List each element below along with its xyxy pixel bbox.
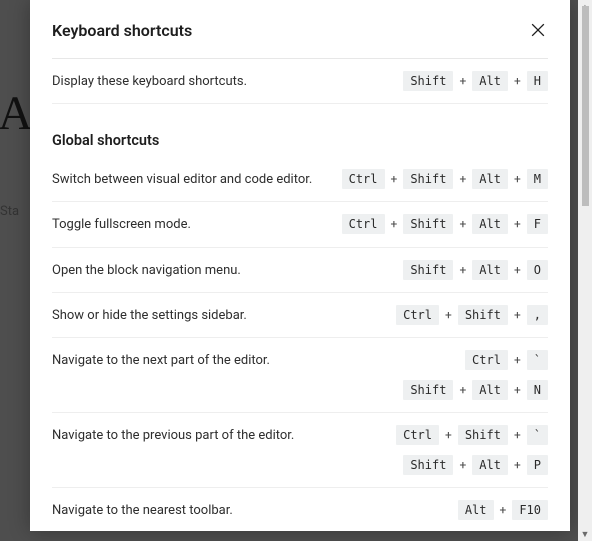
shortcut-description: Toggle fullscreen mode. — [52, 214, 330, 234]
plus-separator: + — [459, 458, 466, 472]
scrollbar-track[interactable]: ▲ ▼ — [578, 0, 592, 541]
shortcut-row: Switch between visual editor and code ed… — [52, 157, 548, 202]
shortcut-description: Show or hide the settings sidebar. — [52, 305, 384, 325]
plus-separator: + — [391, 172, 398, 186]
keyboard-key: Shift — [403, 169, 453, 189]
plus-separator: + — [459, 263, 466, 277]
plus-separator: + — [514, 353, 521, 367]
shortcut-description: Switch between visual editor and code ed… — [52, 169, 330, 189]
plus-separator: + — [514, 428, 521, 442]
shortcut-combo-stack: Shift + Alt + H — [403, 71, 548, 91]
keyboard-key: Shift — [403, 214, 453, 234]
shortcuts-list: Switch between visual editor and code ed… — [52, 157, 548, 531]
keyboard-key: F — [527, 214, 548, 234]
keyboard-key: Alt — [472, 169, 508, 189]
shortcut-combo: Alt + F10 — [458, 500, 548, 520]
shortcut-combo-stack: Alt + F10 — [458, 500, 548, 520]
scrollbar-thumb[interactable] — [582, 6, 589, 206]
keyboard-key: M — [527, 169, 548, 189]
shortcut-row: Navigate to the previous part of the edi… — [52, 413, 548, 488]
shortcut-row: Navigate to the nearest toolbar. Alt + F10 — [52, 488, 548, 531]
plus-separator: + — [514, 383, 521, 397]
plus-separator: + — [445, 308, 452, 322]
keyboard-key: Alt — [472, 214, 508, 234]
keyboard-key: Ctrl — [396, 425, 439, 445]
shortcut-combo: Shift + Alt + H — [403, 71, 548, 91]
plus-separator: + — [514, 74, 521, 88]
shortcut-description: Open the block navigation menu. — [52, 260, 391, 280]
shortcut-combo: Ctrl + Shift + ` — [396, 425, 548, 445]
shortcut-combo-stack: Shift + Alt + O — [403, 260, 548, 280]
close-icon — [528, 20, 548, 40]
shortcut-combo: Shift + Alt + N — [403, 380, 548, 400]
plus-separator: + — [500, 503, 507, 517]
shortcut-row: Toggle fullscreen mode. Ctrl + Shift + Alt + F — [52, 202, 548, 247]
shortcut-row: Open the block navigation menu. Shift + Alt… — [52, 248, 548, 293]
keyboard-key: F10 — [512, 500, 548, 520]
modal-body: Keyboard shortcuts Display these keyboar… — [30, 0, 570, 531]
shortcut-description: Navigate to the nearest toolbar. — [52, 500, 446, 520]
keyboard-key: Shift — [458, 305, 508, 325]
keyboard-key: Shift — [403, 380, 453, 400]
shortcut-combo-stack: Ctrl + Shift + Alt + M — [342, 169, 548, 189]
plus-separator: + — [459, 217, 466, 231]
section-heading: Global shortcuts — [52, 104, 548, 157]
background-text-fragment: Sta — [0, 204, 19, 219]
keyboard-shortcuts-modal: Keyboard shortcuts Display these keyboar… — [30, 0, 570, 531]
shortcut-combo: Ctrl + Shift + Alt + F — [342, 214, 548, 234]
plus-separator: + — [514, 308, 521, 322]
keyboard-key: Shift — [403, 455, 453, 475]
background-dropcap: A — [0, 86, 33, 141]
keyboard-key: O — [527, 260, 548, 280]
keyboard-key: Ctrl — [396, 305, 439, 325]
plus-separator: + — [445, 428, 452, 442]
keyboard-key: Shift — [403, 71, 453, 91]
keyboard-key: Alt — [472, 71, 508, 91]
keyboard-key: Shift — [458, 425, 508, 445]
shortcut-description: Display these keyboard shortcuts. — [52, 71, 391, 91]
shortcut-combo: Shift + Alt + P — [403, 455, 548, 475]
shortcut-combo: Ctrl + Shift +, — [396, 305, 548, 325]
keyboard-key: Alt — [458, 500, 494, 520]
keyboard-key: Alt — [472, 260, 508, 280]
shortcut-combo-stack: Ctrl + ` Shift + Alt + N — [403, 350, 548, 400]
plus-separator: + — [514, 263, 521, 277]
shortcut-combo-stack: Ctrl + Shift + Alt + F — [342, 214, 548, 234]
plus-separator: + — [459, 383, 466, 397]
shortcut-row: Navigate to the next part of the editor.… — [52, 338, 548, 413]
keyboard-key: P — [527, 455, 548, 475]
keyboard-key: Ctrl — [342, 169, 385, 189]
shortcut-combo: Ctrl + Shift + Alt + M — [342, 169, 548, 189]
modal-title: Keyboard shortcuts — [52, 21, 192, 40]
plus-separator: + — [459, 74, 466, 88]
shortcut-description: Navigate to the next part of the editor. — [52, 350, 391, 370]
shortcut-row: Display these keyboard shortcuts. Shift +… — [52, 59, 548, 104]
keyboard-key: Ctrl — [465, 350, 508, 370]
keyboard-key: Alt — [472, 455, 508, 475]
shortcut-combo-stack: Ctrl + Shift + ` Shift + Alt + P — [396, 425, 548, 475]
keyboard-key: Ctrl — [342, 214, 385, 234]
keyboard-key: H — [527, 71, 548, 91]
plus-separator: + — [514, 217, 521, 231]
shortcut-combo: Shift + Alt + O — [403, 260, 548, 280]
keyboard-key: ` — [527, 425, 548, 445]
shortcut-combo: Ctrl + ` — [465, 350, 548, 370]
plus-separator: + — [514, 172, 521, 186]
modal-header: Keyboard shortcuts — [52, 0, 548, 58]
plus-separator: + — [514, 458, 521, 472]
shortcut-row: Show or hide the settings sidebar. Ctrl + S… — [52, 293, 548, 338]
plus-separator: + — [459, 172, 466, 186]
keyboard-key: Alt — [472, 380, 508, 400]
keyboard-key: ` — [527, 350, 548, 370]
keyboard-key: , — [527, 305, 548, 325]
keyboard-key: N — [527, 380, 548, 400]
plus-separator: + — [391, 217, 398, 231]
shortcut-combo-stack: Ctrl + Shift +, — [396, 305, 548, 325]
keyboard-key: Shift — [403, 260, 453, 280]
close-button[interactable] — [528, 20, 548, 40]
shortcut-description: Navigate to the previous part of the edi… — [52, 425, 384, 445]
scroll-down-arrow-icon[interactable]: ▼ — [578, 527, 592, 541]
